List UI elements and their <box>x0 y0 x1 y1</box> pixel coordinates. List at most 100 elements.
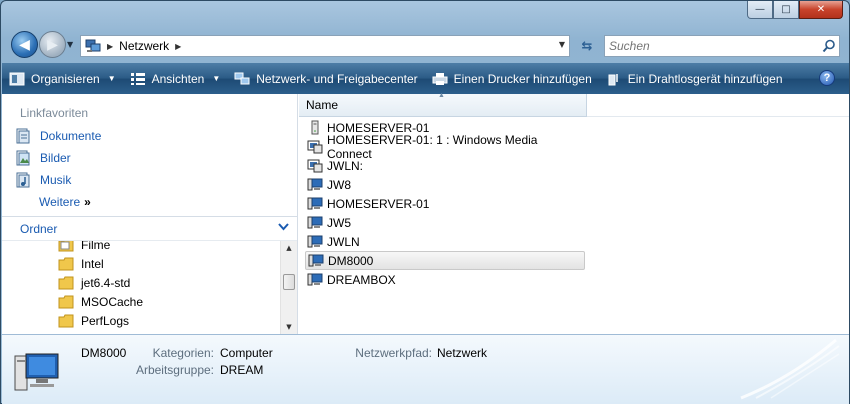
list-item-label: JW8 <box>327 177 351 192</box>
breadcrumb-separator-icon[interactable]: ▶ <box>107 42 113 51</box>
history-dropdown-button[interactable]: ▼ <box>67 40 73 49</box>
folder-tree: Filme Intel jet6.4-std MSOCache PerfLogs <box>2 241 280 334</box>
search-box[interactable] <box>604 35 840 57</box>
tree-item-label: Intel <box>81 256 104 271</box>
computer-icon <box>14 353 59 391</box>
list-item[interactable]: JWLN: <box>305 156 585 175</box>
folders-header[interactable]: Ordner <box>2 216 297 241</box>
list-item-label: JWLN: <box>327 158 363 173</box>
organize-icon <box>9 72 25 85</box>
search-icon[interactable] <box>819 39 839 53</box>
navigation-pane: Linkfavoriten Dokumente Bilder Musik Wei… <box>2 94 298 334</box>
scroll-down-icon[interactable]: ▼ <box>281 320 297 334</box>
column-header-label: Name <box>306 98 339 112</box>
more-label: Weitere <box>39 195 81 209</box>
explorer-window: — □ ✕ ◀ ▶ ▼ ▶ Netzwerk ▶ ▼ ⇆ Suchen Orga… <box>0 0 850 404</box>
list-item-label: DREAMBOX <box>327 272 396 287</box>
wireless-device-icon <box>608 73 618 85</box>
search-input[interactable] <box>609 37 819 55</box>
tree-item-label: PerfLogs <box>81 313 130 328</box>
list-item[interactable]: HOMESERVER-01 <box>305 194 585 213</box>
chevron-down-icon: ▼ <box>107 74 116 83</box>
documents-icon <box>16 128 30 144</box>
folder-icon <box>58 241 74 251</box>
content-area: Linkfavoriten Dokumente Bilder Musik Wei… <box>2 92 849 334</box>
favorite-label: Dokumente <box>40 129 102 143</box>
views-button[interactable]: Ansichten ▼ <box>123 63 228 94</box>
back-button[interactable]: ◀ <box>11 31 38 58</box>
address-dropdown-icon[interactable]: ▼ <box>559 40 565 49</box>
computer-icon <box>307 197 323 210</box>
column-header-empty <box>587 94 849 117</box>
breadcrumb-network[interactable]: Netzwerk <box>119 39 169 53</box>
tree-item-label: jet6.4-std <box>81 275 131 290</box>
command-bar: Organisieren ▼ Ansichten ▼ Netzwerk- und… <box>2 63 849 94</box>
list-item-label: DM8000 <box>328 253 374 268</box>
list-item[interactable]: DREAMBOX <box>305 270 585 289</box>
tree-item-label: Filme <box>81 241 111 252</box>
add-printer-button[interactable]: Einen Drucker hinzufügen <box>425 63 599 94</box>
list-item-label: HOMESERVER-01 <box>327 196 430 211</box>
scroll-thumb[interactable] <box>283 274 295 290</box>
folder-icon <box>58 314 74 327</box>
tree-item[interactable]: jet6.4-std <box>58 273 130 292</box>
address-bar[interactable]: ▶ Netzwerk ▶ ▼ <box>80 35 570 57</box>
details-workgroup-value: DREAM <box>220 363 264 377</box>
views-label: Ansichten <box>151 71 205 86</box>
back-arrow-icon: ◀ <box>19 36 30 53</box>
list-item[interactable]: JW5 <box>305 213 585 232</box>
computer-icon <box>307 216 323 229</box>
favorite-label: Musik <box>40 173 72 187</box>
close-button[interactable]: ✕ <box>799 1 843 19</box>
network-center-icon <box>234 72 250 84</box>
tree-item[interactable]: Filme <box>58 241 110 254</box>
favorite-documents[interactable]: Dokumente <box>15 127 101 145</box>
more-favorites-link[interactable]: Weitere» <box>39 195 91 209</box>
forward-button[interactable]: ▶ <box>39 31 66 58</box>
folders-label: Ordner <box>20 221 58 236</box>
add-wireless-button[interactable]: Ein Drahtlosgerät hinzufügen <box>599 63 790 94</box>
scroll-up-icon[interactable]: ▲ <box>281 241 297 255</box>
caption-buttons: — □ ✕ <box>747 1 843 19</box>
list-item[interactable]: JW8 <box>305 175 585 194</box>
details-item-name: DM8000 <box>81 346 127 360</box>
computer-icon <box>307 178 323 191</box>
forward-arrow-icon: ▶ <box>47 36 58 53</box>
list-item[interactable]: JWLN <box>305 232 585 251</box>
server-icon <box>311 120 319 135</box>
computer-icon <box>308 254 324 267</box>
file-list: ▲ Name HOMESERVER-01 HOMESERVER-01: 1 : … <box>299 92 849 334</box>
chevron-down-icon <box>278 223 289 231</box>
organize-label: Organisieren <box>31 71 100 86</box>
folder-tree-scrollbar[interactable]: ▲ ▼ <box>280 241 297 334</box>
printer-icon <box>432 72 448 85</box>
tree-item-label: MSOCache <box>81 294 144 309</box>
list-item[interactable]: HOMESERVER-01: 1 : Windows Media Connect <box>305 133 585 161</box>
list-item-label: JW5 <box>327 215 351 230</box>
favorite-pictures[interactable]: Bilder <box>15 149 71 167</box>
column-header-name[interactable]: ▲ Name <box>299 92 587 117</box>
tree-item[interactable]: MSOCache <box>58 292 143 311</box>
media-device-icon <box>307 159 323 173</box>
network-center-button[interactable]: Netzwerk- und Freigabecenter <box>227 63 424 94</box>
breadcrumb-separator-icon[interactable]: ▶ <box>175 42 181 51</box>
network-center-label: Netzwerk- und Freigabecenter <box>256 71 418 86</box>
refresh-icon: ⇆ <box>581 38 593 54</box>
favorites-header: Linkfavoriten <box>20 106 89 120</box>
tree-item[interactable]: PerfLogs <box>58 311 129 330</box>
tree-item[interactable]: Intel <box>58 254 104 273</box>
details-path-value: Netzwerk <box>437 346 488 360</box>
media-device-icon <box>307 140 323 154</box>
chevron-down-icon: ▼ <box>212 74 221 83</box>
organize-button[interactable]: Organisieren ▼ <box>2 63 123 94</box>
help-button[interactable]: ? <box>819 70 835 86</box>
list-item-selected[interactable]: DM8000 <box>305 251 585 270</box>
maximize-button[interactable]: □ <box>773 1 799 19</box>
address-row: ◀ ▶ ▼ ▶ Netzwerk ▶ ▼ ⇆ <box>1 27 849 63</box>
minimize-button[interactable]: — <box>747 1 773 19</box>
computer-icon <box>307 235 323 248</box>
details-category-label: Kategorien: <box>152 346 214 360</box>
refresh-button[interactable]: ⇆ <box>574 35 600 57</box>
favorite-label: Bilder <box>40 151 71 165</box>
favorite-music[interactable]: Musik <box>15 171 71 189</box>
